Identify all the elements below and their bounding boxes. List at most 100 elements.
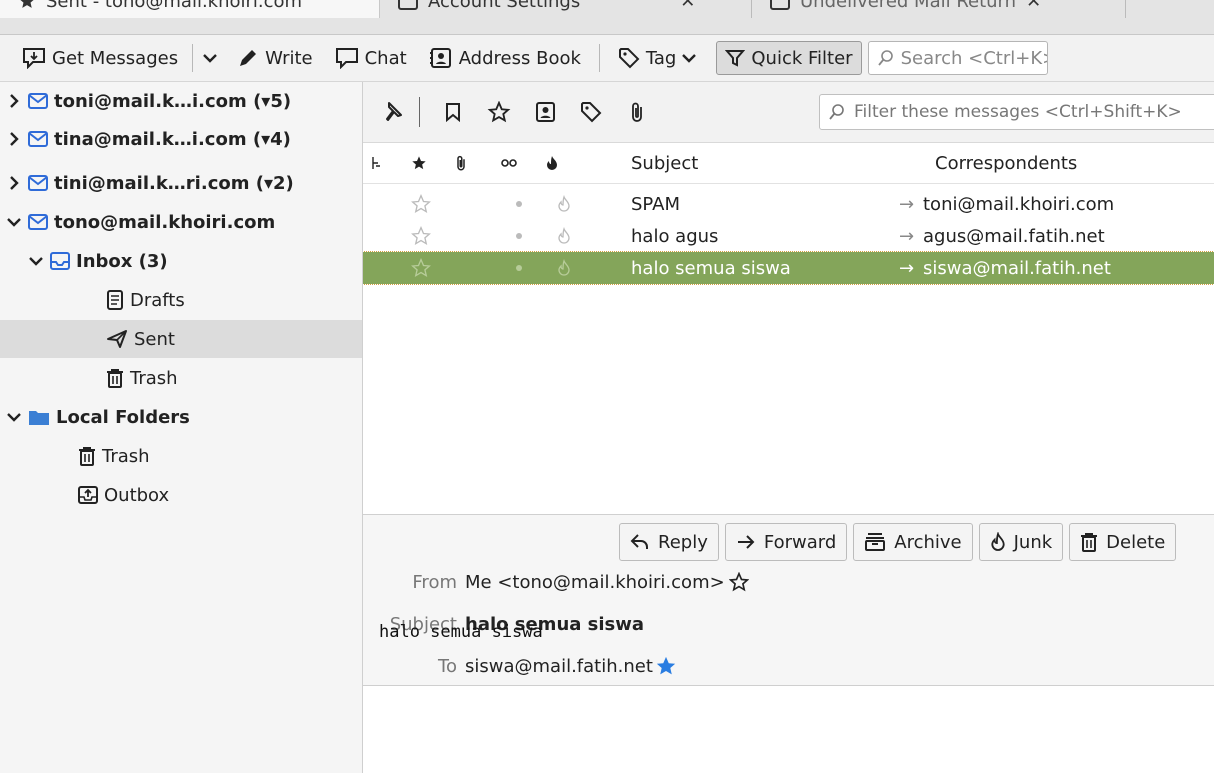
folder-inbox[interactable]: Inbox (3) [0,242,362,280]
from-value[interactable]: Me <tono@mail.khoiri.com> [465,572,725,593]
paperclip-icon [455,154,467,172]
chevron-down-icon[interactable] [6,217,22,227]
message-body: halo semua siswa [379,622,543,642]
chevron-down-icon[interactable] [28,256,44,266]
account-tina[interactable]: tina@mail.k…i.com (▾4) [0,120,362,158]
starred-filter-button[interactable] [476,101,522,123]
account-tono[interactable]: tono@mail.khoiri.com [0,203,362,241]
close-icon[interactable]: ✕ [680,0,695,12]
read-dot-icon[interactable] [515,220,523,252]
reply-label: Reply [658,531,708,553]
account-tini[interactable]: tini@mail.k…ri.com (▾2) [0,164,362,202]
reply-button[interactable]: Reply [619,523,719,561]
folder-sent[interactable]: Sent [0,320,362,358]
chat-label: Chat [364,47,407,69]
message-row[interactable]: SPAM → toni@mail.khoiri.com [363,188,1214,220]
mail-icon [28,175,48,191]
folder-drafts[interactable]: Drafts [0,281,362,319]
delete-button[interactable]: Delete [1069,523,1177,561]
draft-icon [106,290,124,310]
archive-icon [864,532,886,552]
get-messages-button[interactable]: Get Messages [0,40,186,76]
sticky-filter-button[interactable] [369,101,415,123]
contact-filter-button[interactable] [522,101,568,123]
tab-undelivered[interactable]: Undelivered Mail Return ✕ [752,0,1126,18]
star-outline-icon[interactable] [411,188,431,220]
address-book-button[interactable]: Address Book [421,40,589,76]
thread-column-header[interactable] [371,143,381,183]
search-input[interactable]: Search <Ctrl+K> [867,41,1048,75]
chevron-right-icon[interactable] [6,132,22,146]
junk-flame-icon[interactable] [557,220,571,252]
chevron-down-icon[interactable] [6,412,22,422]
account-label: toni@mail.k…i.com (▾5) [54,90,292,112]
send-icon [106,329,128,349]
star-outline-icon[interactable] [411,252,431,284]
read-dot-icon[interactable] [515,252,523,284]
trash-icon [106,368,124,388]
folder-local-trash[interactable]: Trash [0,437,362,475]
outbox-icon [78,485,98,505]
account-label: tini@mail.k…ri.com (▾2) [54,172,294,194]
message-correspondent: agus@mail.fatih.net [923,225,1105,247]
filter-icon [725,48,746,68]
message-list: SPAM → toni@mail.khoiri.com halo agus → … [363,184,1214,515]
junk-button[interactable]: Junk [978,523,1064,561]
thread-icon [371,156,381,170]
close-icon[interactable]: ✕ [1026,0,1041,12]
junk-flame-icon[interactable] [557,252,571,284]
correspondents-column-header[interactable]: Correspondents [935,143,1077,183]
quick-filter-button[interactable]: Quick Filter [716,41,862,75]
message-row-selected[interactable]: halo semua siswa → siswa@mail.fatih.net [363,251,1214,285]
download-chat-icon [22,47,46,69]
star-outline-icon[interactable] [728,572,749,592]
subject-column-header[interactable]: Subject [631,143,698,183]
chevron-right-icon[interactable] [6,176,22,190]
message-subject: halo semua siswa [631,257,791,279]
chat-button[interactable]: Chat [327,40,415,76]
message-header: Reply Forward Archive Junk Delete From M… [363,515,1214,686]
archive-label: Archive [894,531,962,553]
local-folders[interactable]: Local Folders [0,398,362,436]
inbox-label: Inbox (3) [76,250,168,272]
read-column-header[interactable] [501,143,517,183]
message-row[interactable]: halo agus → agus@mail.fatih.net [363,220,1214,252]
tab-account-settings[interactable]: Account Settings ✕ [380,0,752,18]
junk-flame-icon[interactable] [557,188,571,220]
tab-sent[interactable]: Sent - tono@mail.khoiri.com [0,0,380,18]
get-messages-dropdown[interactable] [199,40,221,76]
tab-sent-label: Sent - tono@mail.khoiri.com [46,0,303,12]
read-dot-icon[interactable] [515,188,523,220]
star-filled-icon[interactable] [655,655,677,677]
subject-header-label: Subject [631,152,699,174]
folder-trash[interactable]: Trash [0,359,362,397]
forward-button[interactable]: Forward [724,523,848,561]
outbox-label: Outbox [104,484,170,506]
mail-icon [28,131,48,147]
star-icon [18,0,36,10]
star-column-header[interactable] [411,143,427,183]
message-subject: halo agus [631,225,719,247]
tag-button[interactable]: Tag [610,40,704,76]
filter-placeholder: Filter these messages <Ctrl+Shift+K> [854,102,1182,122]
junk-column-header[interactable] [545,143,559,183]
message-subject: SPAM [631,193,680,215]
to-value[interactable]: siswa@mail.fatih.net [465,656,653,677]
message-pane: Filter these messages <Ctrl+Shift+K> Sub… [363,82,1214,773]
write-button[interactable]: Write [229,40,321,76]
account-label: tono@mail.khoiri.com [54,211,276,233]
unread-filter-button[interactable] [430,102,476,122]
attachment-column-header[interactable] [455,143,467,183]
chevron-right-icon[interactable] [6,94,22,108]
folder-outbox[interactable]: Outbox [0,476,362,514]
account-toni[interactable]: toni@mail.k…i.com (▾5) [0,82,362,120]
tags-filter-button[interactable] [568,101,614,123]
junk-label: Junk [1013,531,1053,553]
attachment-filter-button[interactable] [614,101,660,123]
arrow-right-icon: → [899,193,915,215]
filter-messages-input[interactable]: Filter these messages <Ctrl+Shift+K> [819,94,1214,130]
write-label: Write [265,47,313,69]
contact-icon [534,101,556,123]
star-outline-icon[interactable] [411,220,431,252]
archive-button[interactable]: Archive [853,523,973,561]
